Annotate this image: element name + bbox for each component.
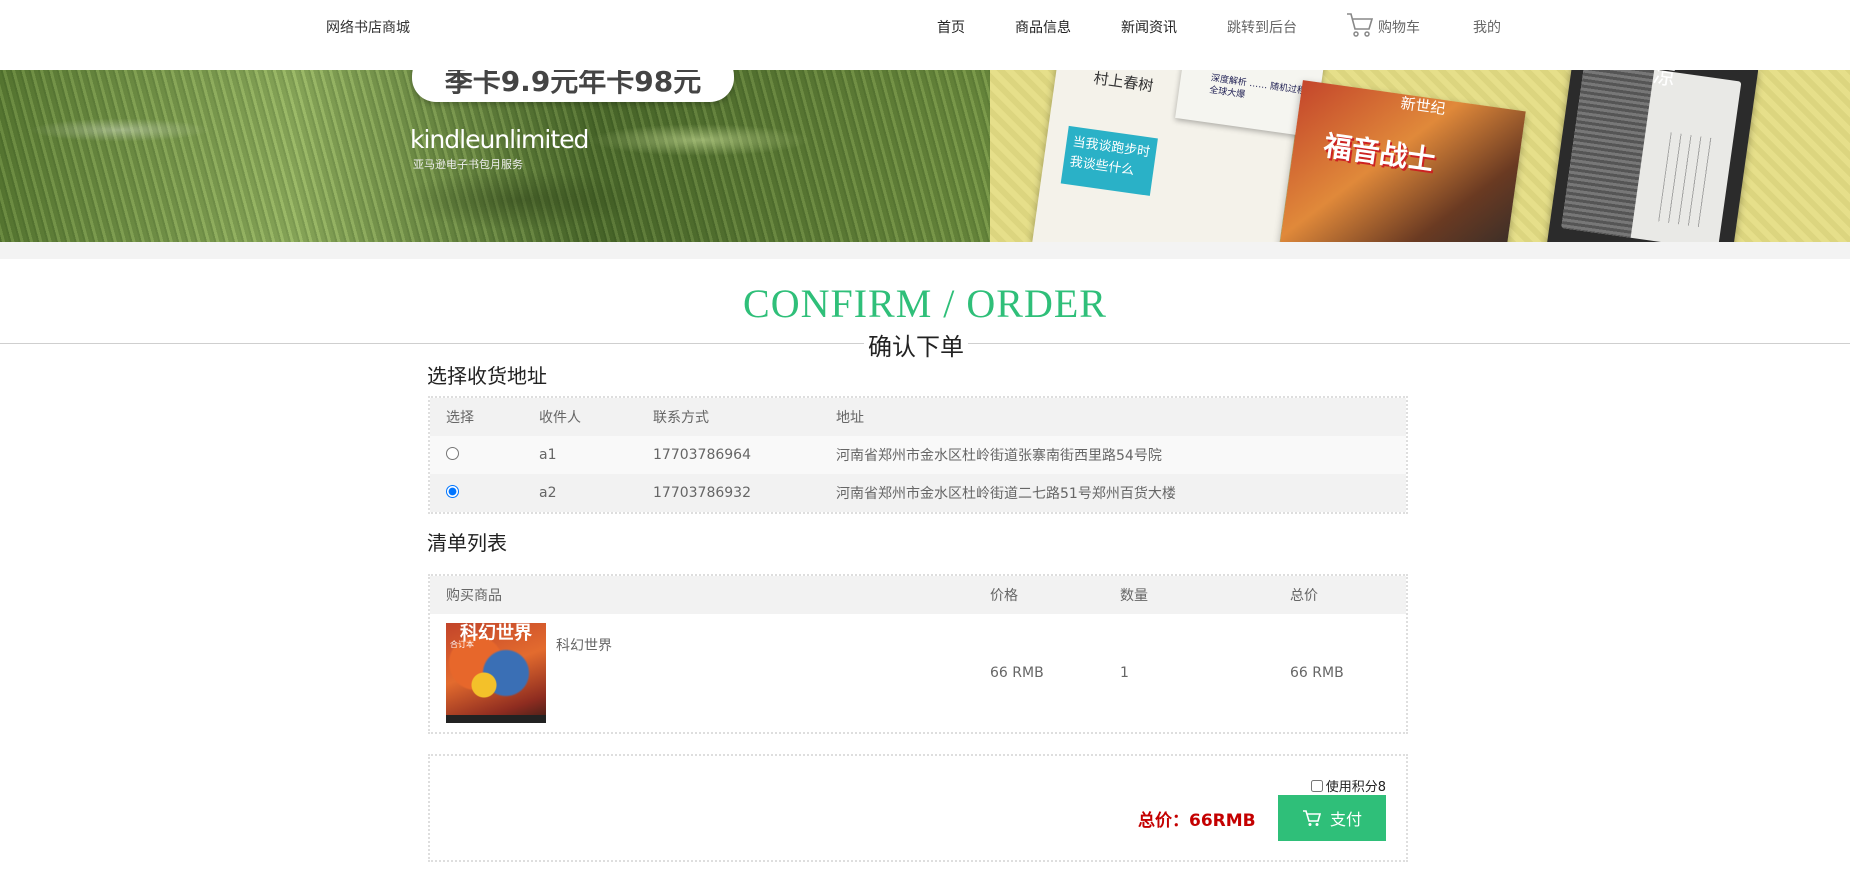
col-product: 购买商品 [430, 576, 974, 614]
address-section-title: 选择收货地址 [427, 364, 547, 388]
use-points-label: 使用积分8 [1325, 780, 1386, 795]
recipient-address: 河南省郑州市金水区杜岭街道张寨南街西里路54号院 [820, 436, 1406, 474]
cart-icon [1347, 13, 1374, 37]
nav-my[interactable]: 我的 [1473, 17, 1501, 37]
order-table-header: 购买商品 价格 数量 总价 [430, 576, 1406, 614]
book-author: 村上春树 [1092, 70, 1155, 96]
payment-box: 使用积分8 总价：66RMB 支付 [428, 754, 1408, 862]
recipient-name: a1 [523, 436, 637, 474]
address-row[interactable]: a2 17703786932 河南省郑州市金水区杜岭街道二七路51号郑州百货大楼 [430, 474, 1406, 512]
nav-news[interactable]: 新闻资讯 [1121, 17, 1177, 37]
nav-cart[interactable]: 购物车 [1346, 12, 1420, 38]
cover-sub: 合订本 [450, 640, 474, 649]
item-total: 66 RMB [1290, 665, 1344, 681]
kindle-screen [1561, 70, 1742, 242]
book-title: 福音战士 [1321, 128, 1438, 178]
col-total: 总价 [1274, 576, 1406, 614]
item-price: 66 RMB [990, 665, 1044, 681]
list-section-title: 清单列表 [427, 531, 507, 555]
book-title: 当我谈跑步时我谈些什么 [1060, 125, 1158, 196]
book-cover-image[interactable]: 科幻世界 合订本 [446, 623, 546, 723]
pay-button[interactable]: 支付 [1278, 795, 1386, 841]
nav-home[interactable]: 首页 [937, 17, 965, 37]
address-table: 选择 收件人 联系方式 地址 a1 17703786964 河南省郑州市金水区杜… [428, 396, 1408, 514]
nav-products[interactable]: 商品信息 [1015, 17, 1071, 37]
item-qty: 1 [1120, 665, 1129, 681]
cover-band [446, 715, 546, 723]
recipient-phone: 17703786964 [637, 436, 820, 474]
address-row[interactable]: a1 17703786964 河南省郑州市金水区杜岭街道张寨南街西里路54号院 [430, 436, 1406, 474]
product-name[interactable]: 科幻世界 [556, 623, 612, 655]
banner-price-pill: 季卡9.9元年卡98元 [412, 70, 734, 102]
page-title-en: CONFIRM / ORDER [743, 281, 1107, 326]
recipient-phone: 17703786932 [637, 474, 820, 512]
top-navbar: 网络书店商城 首页 商品信息 新闻资讯 跳转到后台 购物车 我的 [0, 0, 1850, 70]
banner-bottom-strip [0, 242, 1850, 259]
col-price: 价格 [974, 576, 1104, 614]
banner-kindle-device: 凉 [1545, 70, 1760, 242]
recipient-name: a2 [523, 474, 637, 512]
pay-button-label: 支付 [1329, 812, 1362, 829]
site-logo[interactable]: 网络书店商城 [326, 17, 410, 37]
page-title-cn: 确认下单 [864, 327, 968, 362]
col-recipient: 收件人 [523, 398, 637, 436]
recipient-address: 河南省郑州市金水区杜岭街道二七路51号郑州百货大楼 [820, 474, 1406, 512]
cart-icon [1302, 810, 1322, 826]
col-qty: 数量 [1104, 576, 1274, 614]
nav-admin[interactable]: 跳转到后台 [1227, 17, 1297, 37]
banner-brand: kindleunlimited [410, 125, 589, 154]
col-address: 地址 [820, 398, 1406, 436]
order-item-row: 科幻世界 合订本 科幻世界 66 RMB 1 66 RMB [430, 614, 1406, 732]
address-radio[interactable] [446, 484, 459, 498]
banner-brand-sub: 亚马逊电子书包月服务 [413, 158, 523, 171]
use-points-checkbox[interactable] [1310, 779, 1323, 792]
kindle-text-lines [1658, 132, 1716, 228]
order-total: 总价：66RMB [1138, 811, 1256, 831]
promo-banner[interactable]: 季卡9.9元年卡98元 kindleunlimited 亚马逊电子书包月服务 村… [0, 70, 1850, 242]
address-radio[interactable] [446, 446, 459, 460]
cart-label: 购物车 [1378, 20, 1420, 36]
address-table-header: 选择 收件人 联系方式 地址 [430, 398, 1406, 436]
col-contact: 联系方式 [637, 398, 820, 436]
use-points-option[interactable]: 使用积分8 [1310, 776, 1386, 795]
col-select: 选择 [430, 398, 523, 436]
kindle-cover-art [1561, 70, 1656, 242]
order-items-table: 购买商品 价格 数量 总价 科幻世界 合订本 科幻世界 66 RMB 1 66 … [428, 574, 1408, 734]
